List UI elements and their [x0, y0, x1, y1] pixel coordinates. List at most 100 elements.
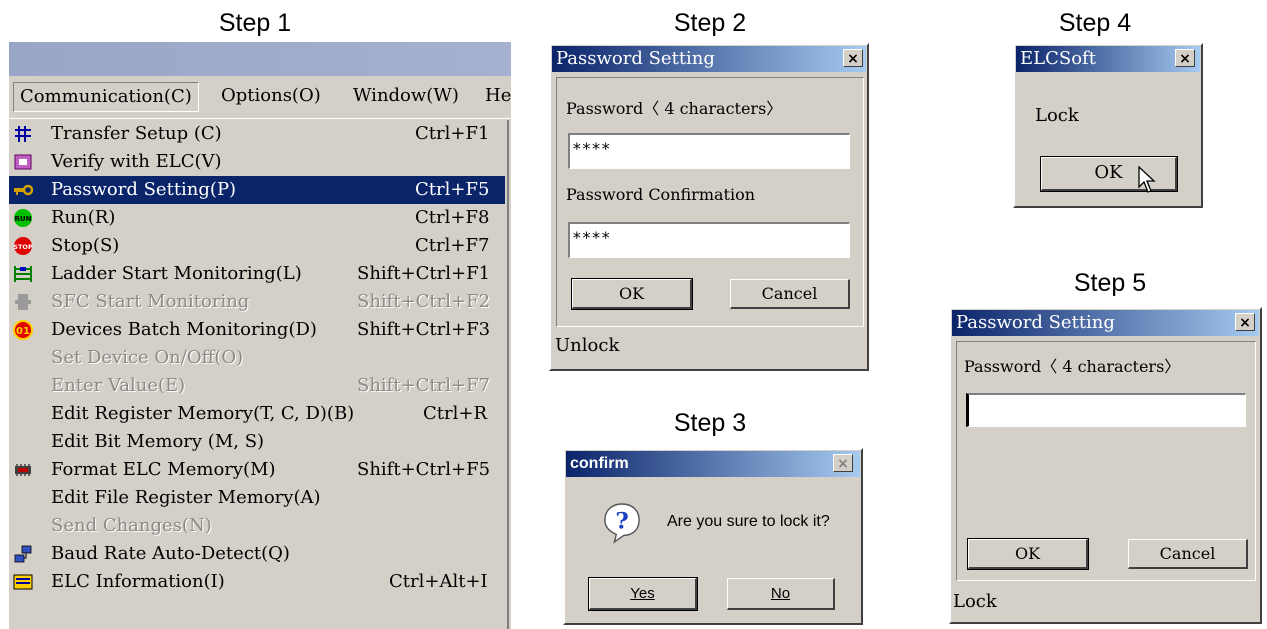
mouse-cursor-icon [1138, 165, 1156, 193]
password-input[interactable]: **** [568, 133, 850, 169]
dialog-title-bar: Password Setting [952, 310, 1259, 336]
menu-item-label: Ladder Start Monitoring(L) [51, 263, 302, 284]
dialog-title: Password Setting [956, 312, 1115, 333]
run-icon: RUN [14, 209, 32, 227]
ok-button[interactable]: OK [571, 278, 693, 310]
dialog-title: Password Setting [556, 48, 715, 69]
menu-item-label: Set Device On/Off(O) [51, 347, 244, 368]
svg-text:RUN: RUN [15, 215, 32, 223]
menu-communication[interactable]: Communication(C) [13, 82, 199, 112]
cancel-button[interactable]: Cancel [1128, 539, 1248, 569]
close-button[interactable]: × [1175, 49, 1195, 67]
menu-item-edit-register-memory[interactable]: Edit Register Memory(T, C, D)(B) Ctrl+R [9, 400, 505, 428]
window-title-bar [9, 42, 511, 76]
yes-button[interactable]: Yes [588, 577, 698, 611]
no-label: No [770, 585, 791, 602]
menu-item-transfer-setup[interactable]: Transfer Setup (C) Ctrl+F1 [9, 120, 505, 148]
close-button[interactable]: × [1235, 313, 1255, 331]
menu-item-label: Edit Register Memory(T, C, D)(B) [51, 403, 355, 424]
menu-item-label: SFC Start Monitoring [51, 291, 250, 312]
menu-item-label: Run(R) [51, 207, 116, 228]
step-5-title: Step 5 [1073, 269, 1147, 297]
menu-item-label: Transfer Setup (C) [51, 123, 222, 144]
baud-rate-icon [14, 545, 32, 563]
menu-item-send-changes[interactable]: Send Changes(N) [9, 512, 505, 540]
ok-button[interactable]: OK [967, 538, 1089, 570]
menu-item-elc-information[interactable]: ELC Information(I) Ctrl+Alt+I [9, 568, 505, 596]
cancel-button[interactable]: Cancel [730, 279, 850, 309]
menu-item-run[interactable]: RUN Run(R) Ctrl+F8 [9, 204, 505, 232]
password-confirmation-label: Password Confirmation [566, 185, 756, 204]
devices-monitor-icon: 01 [13, 320, 33, 340]
step-1-title: Step 1 [218, 9, 292, 37]
step-3-title: Step 3 [673, 409, 747, 437]
dialog-title-bar: ELCSoft [1016, 46, 1200, 72]
menu-item-shortcut: Ctrl+F8 [415, 207, 490, 228]
menu-item-shortcut: Shift+Ctrl+F5 [357, 459, 491, 480]
menu-item-set-device-on-off[interactable]: Set Device On/Off(O) [9, 344, 505, 372]
close-button[interactable]: × [833, 454, 853, 472]
menu-item-label: Baud Rate Auto-Detect(Q) [51, 543, 290, 564]
menu-item-stop[interactable]: STOP Stop(S) Ctrl+F7 [9, 232, 505, 260]
svg-text:STOP: STOP [13, 243, 33, 251]
menu-item-label: Send Changes(N) [51, 515, 212, 536]
menu-item-label: Enter Value(E) [51, 375, 186, 396]
dialog-title-bar: confirm [566, 451, 860, 477]
lock-message: Lock [1035, 105, 1079, 126]
menu-item-baud-rate-auto-detect[interactable]: Baud Rate Auto-Detect(Q) [9, 540, 505, 568]
close-button[interactable]: × [843, 49, 863, 67]
menu-item-shortcut: Ctrl+F1 [415, 123, 490, 144]
elcsoft-lock-dialog: ELCSoft × Lock OK [1013, 43, 1203, 208]
menu-item-verify[interactable]: Verify with ELC(V) [9, 148, 505, 176]
status-text: Lock [953, 591, 997, 612]
password-setting-dialog: Password Setting × Password〈 4 character… [549, 43, 869, 371]
confirm-dialog: confirm × ? Are you sure to lock it? Yes… [563, 448, 863, 625]
menu-help[interactable]: He [479, 82, 511, 110]
menu-item-format-elc-memory[interactable]: Format ELC Memory(M) Shift+Ctrl+F5 [9, 456, 505, 484]
menu-item-shortcut: Shift+Ctrl+F3 [357, 319, 491, 340]
menu-item-label: Verify with ELC(V) [51, 151, 222, 172]
menu-item-shortcut: Shift+Ctrl+F2 [357, 291, 491, 312]
menu-options[interactable]: Options(O) [215, 82, 327, 110]
menu-item-sfc-start-monitoring[interactable]: SFC Start Monitoring Shift+Ctrl+F2 [9, 288, 505, 316]
password-label: Password〈 4 characters〉 [566, 99, 783, 118]
dialog-title: ELCSoft [1020, 48, 1096, 69]
dialog-title: confirm [570, 455, 629, 472]
communication-menu-screenshot: Communication(C) Options(O) Window(W) He… [9, 42, 511, 629]
menu-item-password-setting[interactable]: Password Setting(P) Ctrl+F5 [9, 176, 505, 204]
step-2-title: Step 2 [673, 9, 747, 37]
menu-item-devices-batch-monitoring[interactable]: 01 Devices Batch Monitoring(D) Shift+Ctr… [9, 316, 505, 344]
menu-item-label: Devices Batch Monitoring(D) [51, 319, 317, 340]
menu-item-enter-value[interactable]: Enter Value(E) Shift+Ctrl+F7 [9, 372, 505, 400]
question-icon: ? [604, 503, 640, 544]
ladder-monitor-icon [14, 266, 32, 282]
menu-item-shortcut: Shift+Ctrl+F1 [357, 263, 491, 284]
menu-item-shortcut: Ctrl+Alt+I [389, 571, 488, 592]
communication-dropdown: Transfer Setup (C) Ctrl+F1 Verify with E… [9, 120, 509, 629]
elc-info-icon [13, 574, 33, 590]
confirm-message: Are you sure to lock it? [667, 513, 830, 530]
menu-item-label: ELC Information(I) [51, 571, 225, 592]
transfer-setup-icon [15, 126, 31, 142]
menu-item-edit-bit-memory[interactable]: Edit Bit Memory (M, S) [9, 428, 505, 456]
password-setting-dialog-locked: Password Setting × Password〈 4 character… [949, 307, 1262, 624]
password-input[interactable] [966, 393, 1246, 427]
sfc-monitor-icon [15, 294, 31, 310]
menu-item-shortcut: Ctrl+R [423, 403, 488, 424]
menu-item-shortcut: Ctrl+F5 [415, 179, 490, 200]
dialog-title-bar: Password Setting [552, 46, 866, 72]
menu-item-label: Edit Bit Memory (M, S) [51, 431, 265, 452]
no-button[interactable]: No [727, 578, 835, 610]
password-label: Password〈 4 characters〉 [964, 357, 1181, 376]
menu-item-label: Stop(S) [51, 235, 120, 256]
key-icon [14, 184, 33, 196]
menu-item-label: Password Setting(P) [51, 179, 237, 200]
menu-item-ladder-start-monitoring[interactable]: Ladder Start Monitoring(L) Shift+Ctrl+F1 [9, 260, 505, 288]
menu-item-shortcut: Shift+Ctrl+F7 [357, 375, 491, 396]
menu-window[interactable]: Window(W) [347, 82, 465, 110]
password-confirmation-input[interactable]: **** [568, 222, 850, 258]
yes-label: Yes [630, 585, 655, 602]
stop-icon: STOP [13, 237, 33, 255]
menu-item-edit-file-register-memory[interactable]: Edit File Register Memory(A) [9, 484, 505, 512]
menu-item-shortcut: Ctrl+F7 [415, 235, 490, 256]
